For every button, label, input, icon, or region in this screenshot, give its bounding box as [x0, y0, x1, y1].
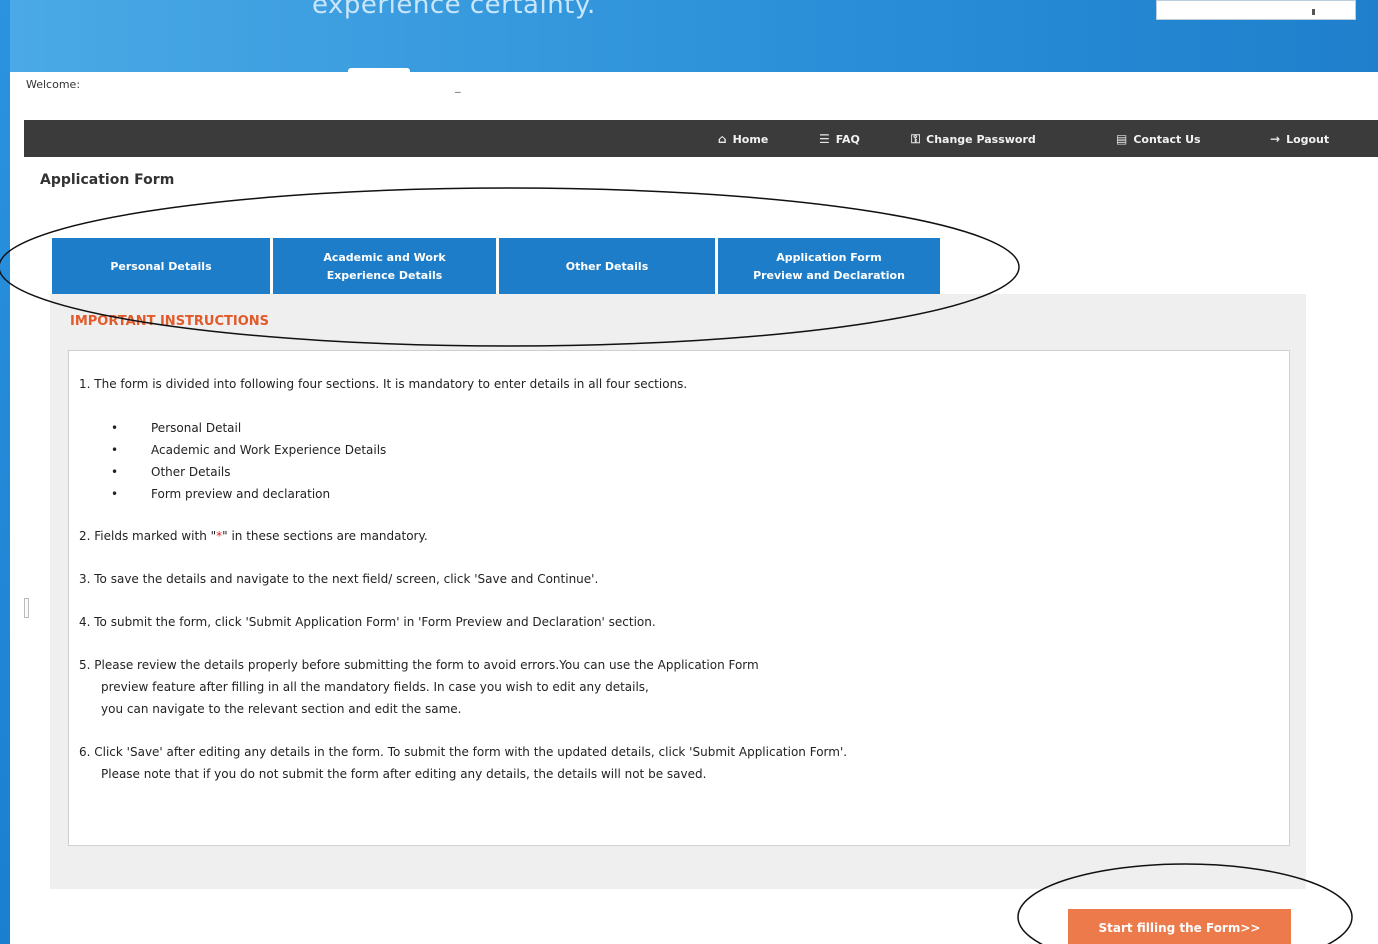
bullet-text: Form preview and declaration: [151, 487, 331, 501]
nav-logout-label: Logout: [1286, 132, 1330, 146]
list-item: Other Details: [111, 461, 386, 483]
nav-home[interactable]: ⌂ Home: [718, 130, 768, 148]
nav-change-password-label: Change Password: [926, 132, 1036, 146]
search-caret-icon: [1312, 9, 1315, 15]
list-item: Form preview and declaration: [111, 483, 386, 505]
section-bullet-list: Personal Detail Academic and Work Experi…: [111, 417, 386, 505]
instruction-5: 5. Please review the details properly be…: [79, 654, 759, 720]
instruction-3: 3. To save the details and navigate to t…: [79, 572, 599, 586]
instruction-6-line2: Please note that if you do not submit th…: [101, 767, 707, 781]
nav-faq[interactable]: ☰ FAQ: [819, 130, 860, 148]
key-icon: ⚿: [911, 131, 921, 146]
start-filling-form-button[interactable]: Start filling the Form>>: [1068, 909, 1291, 944]
instructions-heading: IMPORTANT INSTRUCTIONS: [70, 314, 270, 329]
tab-preview-line2: Preview and Declaration: [753, 268, 905, 282]
tab-other-details[interactable]: Other Details: [499, 238, 715, 295]
tab-other-details-label: Other Details: [565, 259, 649, 273]
instruction-1: 1. The form is divided into following fo…: [79, 377, 688, 391]
header-banner: experience certainty.: [10, 0, 1378, 72]
nav-faq-label: FAQ: [835, 132, 860, 146]
side-scroll-handle[interactable]: [24, 598, 29, 618]
instruction-5-line1: 5. Please review the details properly be…: [79, 658, 759, 672]
instruction-5-line3: you can navigate to the relevant section…: [101, 702, 462, 716]
list-item: Personal Detail: [111, 417, 386, 439]
banner-tagline: experience certainty.: [312, 0, 596, 20]
nav-change-password[interactable]: ⚿ Change Password: [911, 130, 1036, 148]
top-navbar: ⌂ Home ☰ FAQ ⚿ Change Password ▤ Contact…: [24, 120, 1378, 157]
tab-preview-line1: Application Form: [776, 250, 882, 264]
tab-academic-line2: Experience Details: [326, 268, 443, 282]
bullet-text: Academic and Work Experience Details: [151, 443, 387, 457]
tab-personal-details-label: Personal Details: [110, 259, 212, 273]
bullet-text: Personal Detail: [151, 421, 242, 435]
main-content: Welcome: _ ⌂ Home ☰ FAQ ⚿ Change Passwor…: [10, 68, 1378, 944]
instruction-2-post: " in these sections are mandatory.: [222, 529, 428, 543]
header-search-box[interactable]: [1156, 0, 1356, 20]
list-item: Academic and Work Experience Details: [111, 439, 386, 461]
contact-icon: ▤: [1116, 132, 1128, 146]
tab-preview-declaration[interactable]: Application Form Preview and Declaration: [718, 238, 940, 295]
page-title: Application Form: [40, 172, 175, 188]
instructions-box: 1. The form is divided into following fo…: [68, 350, 1290, 846]
home-icon: ⌂: [718, 132, 727, 146]
welcome-user: _: [455, 80, 461, 93]
bullet-text: Other Details: [151, 465, 231, 479]
nav-home-label: Home: [732, 132, 769, 146]
nav-logout[interactable]: → Logout: [1270, 130, 1329, 148]
nav-contact-us-label: Contact Us: [1133, 132, 1201, 146]
header-tab-notch: [348, 68, 410, 74]
left-edge-strip: [0, 0, 10, 944]
instruction-5-line2: preview feature after filling in all the…: [101, 680, 649, 694]
tab-academic-line1: Academic and Work: [323, 250, 446, 264]
logout-icon: →: [1270, 132, 1281, 146]
instruction-2: 2. Fields marked with "*" in these secti…: [79, 525, 428, 547]
instruction-6-line1: 6. Click 'Save' after editing any detail…: [79, 745, 848, 759]
instruction-4: 4. To submit the form, click 'Submit App…: [79, 615, 656, 629]
welcome-label: Welcome:: [26, 78, 81, 91]
tab-personal-details[interactable]: Personal Details: [52, 238, 270, 295]
instruction-2-pre: 2. Fields marked with ": [79, 529, 217, 543]
instruction-6: 6. Click 'Save' after editing any detail…: [79, 741, 847, 785]
form-section-tabs: Personal Details Academic and Work Exper…: [52, 238, 940, 295]
nav-contact-us[interactable]: ▤ Contact Us: [1116, 130, 1201, 148]
instructions-panel: IMPORTANT INSTRUCTIONS 1. The form is di…: [50, 294, 1306, 889]
faq-icon: ☰: [819, 132, 830, 146]
tab-academic-work-experience[interactable]: Academic and Work Experience Details: [273, 238, 496, 295]
